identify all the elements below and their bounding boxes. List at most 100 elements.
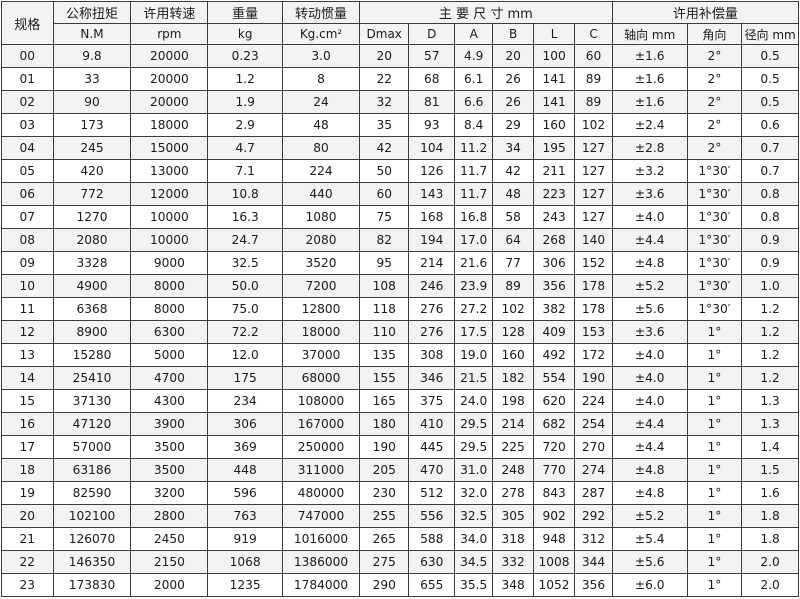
cell-inertia: 1784000 (282, 573, 360, 597)
cell-c: 312 (574, 527, 613, 551)
cell-c: 292 (574, 504, 613, 528)
cell-axial: ±2.8 (611, 136, 688, 160)
cell-speed: 20000 (130, 67, 209, 91)
cell-c: 127 (574, 159, 613, 183)
table-row: 08 2080 10000 24.7 2080 82 194 17.0 64 268 140 ±4.4… (1, 228, 799, 252)
cell-axial: ±3.2 (611, 159, 688, 183)
cell-axial: ±5.6 (611, 550, 688, 574)
cell-axial: ±6.0 (611, 573, 688, 597)
cell-spec: 07 (1, 205, 54, 229)
cell-b: 29 (492, 113, 534, 137)
cell-speed: 12000 (130, 182, 209, 206)
cell-a: 6.1 (453, 67, 494, 91)
cell-torque: 4900 (52, 274, 132, 298)
table-row: 17 57000 3500 369 250000 190 445 29.5 225 720 270 ±… (1, 435, 799, 459)
cell-spec: 06 (1, 182, 54, 206)
cell-radial: 1.4 (741, 435, 799, 459)
cell-b: 182 (492, 366, 534, 390)
cell-radial: 0.5 (741, 67, 799, 91)
table-row: 06 772 12000 10.8 440 60 143 11.7 48 223 127 ±3.6 1°… (1, 182, 799, 206)
cell-a: 32.0 (453, 481, 494, 505)
table-row: 14 25410 4700 175 68000 155 346 21.5 182 554 190 ±4… (1, 366, 799, 390)
cell-inertia: 3520 (282, 251, 360, 275)
cell-l: 195 (532, 136, 576, 160)
cell-weight: 0.23 (207, 44, 284, 68)
table-row: 07 1270 10000 16.3 1080 75 168 16.8 58 243 127 ±4.0… (1, 205, 799, 229)
cell-l: 141 (532, 67, 576, 91)
cell-torque: 102100 (52, 504, 132, 528)
cell-c: 178 (574, 274, 613, 298)
cell-spec: 08 (1, 228, 54, 252)
cell-axial: ±1.6 (611, 67, 688, 91)
cell-radial: 0.7 (741, 159, 799, 183)
cell-spec: 12 (1, 320, 54, 344)
cell-c: 140 (574, 228, 613, 252)
cell-inertia: 24 (282, 90, 360, 114)
cell-b: 34 (492, 136, 534, 160)
cell-axial: ±4.4 (611, 228, 688, 252)
cell-b: 214 (492, 412, 534, 436)
header-spec: 规格 (1, 1, 54, 45)
cell-speed: 10000 (130, 205, 209, 229)
cell-l: 720 (532, 435, 576, 459)
cell-dmax: 135 (358, 343, 410, 367)
cell-a: 29.5 (453, 435, 494, 459)
cell-weight: 7.1 (207, 159, 284, 183)
cell-b: 64 (492, 228, 534, 252)
cell-inertia: 108000 (282, 389, 360, 413)
cell-l: 902 (532, 504, 576, 528)
cell-dmax: 22 (358, 67, 410, 91)
table-row: 00 9.8 20000 0.23 3.0 20 57 4.9 20 100 60 ±1.6 2° 0.5 (1, 44, 799, 68)
cell-a: 34.5 (453, 550, 494, 574)
cell-spec: 13 (1, 343, 54, 367)
cell-l: 1052 (532, 573, 576, 597)
cell-inertia: 1016000 (282, 527, 360, 551)
table-row: 20 102100 2800 763 747000 255 556 32.5 305 902 292… (1, 504, 799, 528)
table-row: 10 4900 8000 50.0 7200 108 246 23.9 89 356 178 ±5.2… (1, 274, 799, 298)
cell-radial: 1.0 (741, 274, 799, 298)
cell-l: 682 (532, 412, 576, 436)
cell-inertia: 1386000 (282, 550, 360, 574)
cell-spec: 09 (1, 251, 54, 275)
spec-table: 规格 公称扭矩 许用转速 重量 转动惯量 主 要 尺 寸 mm 许用补偿量 N.… (1, 1, 800, 597)
cell-angular: 1° (686, 412, 743, 436)
cell-c: 287 (574, 481, 613, 505)
cell-d: 276 (408, 297, 455, 321)
cell-speed: 20000 (130, 44, 209, 68)
cell-angular: 2° (686, 113, 743, 137)
cell-weight: 306 (207, 412, 284, 436)
cell-b: 89 (492, 274, 534, 298)
cell-torque: 146350 (52, 550, 132, 574)
cell-c: 356 (574, 573, 613, 597)
cell-radial: 1.8 (741, 504, 799, 528)
cell-spec: 18 (1, 458, 54, 482)
cell-dmax: 275 (358, 550, 410, 574)
cell-d: 104 (408, 136, 455, 160)
table-row: 23 173830 2000 1235 1784000 290 655 35.5 348 1052… (1, 573, 799, 597)
cell-d: 143 (408, 182, 455, 206)
cell-speed: 6300 (130, 320, 209, 344)
cell-angular: 1°30′ (686, 205, 743, 229)
table-row: 11 6368 8000 75.0 12800 118 276 27.2 102 382 178 ±5… (1, 297, 799, 321)
cell-d: 445 (408, 435, 455, 459)
cell-spec: 14 (1, 366, 54, 390)
cell-l: 268 (532, 228, 576, 252)
cell-torque: 8900 (52, 320, 132, 344)
cell-torque: 37130 (52, 389, 132, 413)
cell-c: 172 (574, 343, 613, 367)
cell-torque: 90 (52, 90, 132, 114)
cell-torque: 173 (52, 113, 132, 137)
cell-inertia: 48 (282, 113, 360, 137)
cell-angular: 1°30′ (686, 274, 743, 298)
cell-weight: 1.9 (207, 90, 284, 114)
cell-axial: ±1.6 (611, 90, 688, 114)
cell-speed: 2450 (130, 527, 209, 551)
cell-dmax: 230 (358, 481, 410, 505)
cell-a: 34.0 (453, 527, 494, 551)
cell-c: 152 (574, 251, 613, 275)
cell-d: 556 (408, 504, 455, 528)
cell-torque: 2080 (52, 228, 132, 252)
cell-dmax: 205 (358, 458, 410, 482)
cell-b: 225 (492, 435, 534, 459)
cell-speed: 8000 (130, 297, 209, 321)
